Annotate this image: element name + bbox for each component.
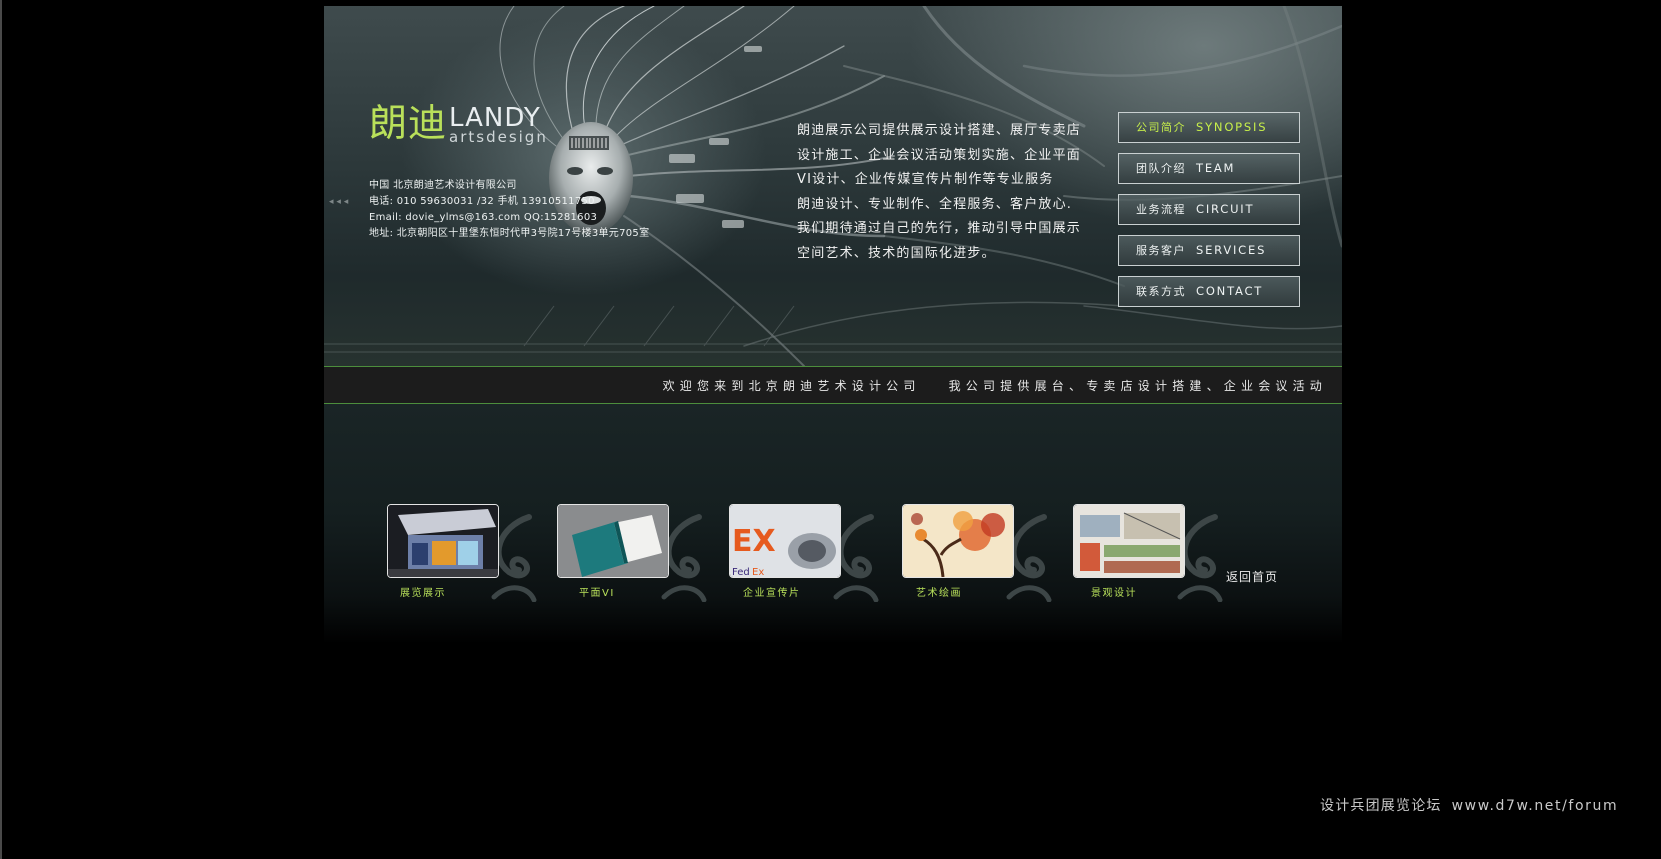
gallery-label-painting[interactable]: 艺术绘画	[916, 584, 962, 599]
forum-watermark: 设计兵团展览论坛 www.d7w.net/forum	[1320, 795, 1618, 815]
nav-services-button[interactable]: 服务客户 SERVICES	[1118, 235, 1300, 266]
svg-text:◂ ◂ ◂: ◂ ◂ ◂	[329, 197, 349, 207]
nav-team-button[interactable]: 团队介绍 TEAM	[1118, 153, 1300, 184]
tree-painting-thumbnail[interactable]	[902, 504, 1014, 578]
back-home-link[interactable]: 返回首页	[1226, 568, 1278, 585]
nav-contact-button[interactable]: 联系方式 CONTACT	[1118, 276, 1300, 307]
brand-name-en-block: LANDY artsdesign	[449, 104, 548, 146]
brand-tagline: artsdesign	[449, 128, 548, 146]
nav-circuit-cn: 业务流程	[1136, 203, 1186, 216]
contact-address: 地址: 北京朝阳区十里堡东恒时代甲3号院17号楼3单元705室	[369, 228, 650, 239]
exhibition-booth-thumbnail[interactable]	[387, 504, 499, 578]
svg-text:EX: EX	[732, 524, 776, 559]
contact-info: 中国 北京朗迪艺术设计有限公司 电话: 010 59630031 /32 手机 …	[369, 178, 649, 242]
gallery-item-painting: 艺术绘画	[902, 504, 1052, 604]
nav-team-en: TEAM	[1196, 161, 1236, 175]
contact-company: 中国 北京朗迪艺术设计有限公司	[369, 180, 517, 191]
page: ◂ ◂ ◂ 朗迪 LANDY artsdesign 中国 北京朗迪艺术设计有限公…	[0, 0, 1661, 859]
brochure-thumbnail[interactable]	[557, 504, 669, 578]
intro-paragraph-2: 朗迪设计、专业制作、全程服务、客户放心.我们期待通过自己的先行，推动引导中国展示…	[797, 196, 1082, 261]
nav-synopsis-button[interactable]: 公司简介 SYNOPSIS	[1118, 112, 1300, 143]
gallery-label-video[interactable]: 企业宣传片	[743, 584, 801, 599]
watermark-site: 设计兵团展览论坛	[1320, 798, 1442, 814]
gallery-item-exhibition: 展览展示	[387, 504, 537, 604]
ticker-text: 欢迎您来到北京朗迪艺术设计公司 我公司提供展台、专卖店设计搭建、企业会议活动	[663, 377, 1327, 394]
company-intro: 朗迪展示公司提供展示设计搭建、展厅专卖店设计施工、企业会议活动策划实施、企业平面…	[797, 119, 1082, 266]
watermark-url: www.d7w.net/forum	[1451, 798, 1619, 814]
fedex-plane-thumbnail[interactable]: EX Fed Ex	[729, 504, 841, 578]
nav-contact-en: CONTACT	[1196, 284, 1264, 298]
ticker-welcome: 欢迎您来到北京朗迪艺术设计公司	[662, 379, 921, 393]
gallery-label-vi[interactable]: 平面VI	[579, 584, 615, 599]
landscape-plan-thumbnail[interactable]	[1073, 504, 1185, 578]
gallery-panel: 展览展示 平面VI EX Fed Ex 企业宣传片 艺术绘画 景观设计 返回首页	[324, 404, 1342, 644]
nav-circuit-button[interactable]: 业务流程 CIRCUIT	[1118, 194, 1300, 225]
hero-banner: ◂ ◂ ◂ 朗迪 LANDY artsdesign 中国 北京朗迪艺术设计有限公…	[324, 6, 1342, 366]
gallery-label-landscape[interactable]: 景观设计	[1091, 584, 1137, 599]
nav-synopsis-en: SYNOPSIS	[1196, 120, 1268, 134]
ticker-services: 我公司提供展台、专卖店设计搭建、企业会议活动	[948, 379, 1327, 393]
brand-name-cn: 朗迪	[369, 101, 448, 145]
contact-email: Email: dovie_ylms@163.com QQ:15281603	[369, 212, 598, 223]
nav-synopsis-cn: 公司简介	[1136, 121, 1186, 134]
ticker-bar: 欢迎您来到北京朗迪艺术设计公司 我公司提供展台、专卖店设计搭建、企业会议活动	[324, 366, 1342, 404]
gallery-item-landscape: 景观设计	[1073, 504, 1223, 604]
main-nav: 公司简介 SYNOPSIS 团队介绍 TEAM 业务流程 CIRCUIT 服务客户 SE…	[1118, 112, 1300, 317]
nav-services-cn: 服务客户	[1136, 244, 1186, 257]
brand-logo: 朗迪 LANDY artsdesign	[369, 101, 548, 146]
nav-team-cn: 团队介绍	[1136, 162, 1186, 175]
contact-phone: 电话: 010 59630031 /32 手机 13910511750	[369, 196, 595, 207]
gallery-item-video: EX Fed Ex 企业宣传片	[729, 504, 879, 604]
gallery-item-vi: 平面VI	[557, 504, 707, 604]
svg-text:Ex: Ex	[752, 567, 764, 578]
website-frame: ◂ ◂ ◂ 朗迪 LANDY artsdesign 中国 北京朗迪艺术设计有限公…	[324, 6, 1342, 644]
nav-services-en: SERVICES	[1196, 243, 1267, 257]
intro-paragraph-1: 朗迪展示公司提供展示设计搭建、展厅专卖店设计施工、企业会议活动策划实施、企业平面…	[797, 123, 1082, 187]
nav-circuit-en: CIRCUIT	[1196, 202, 1255, 216]
svg-text:Fed: Fed	[732, 567, 750, 578]
nav-contact-cn: 联系方式	[1136, 285, 1186, 298]
gallery-label-exhibition[interactable]: 展览展示	[400, 584, 446, 599]
